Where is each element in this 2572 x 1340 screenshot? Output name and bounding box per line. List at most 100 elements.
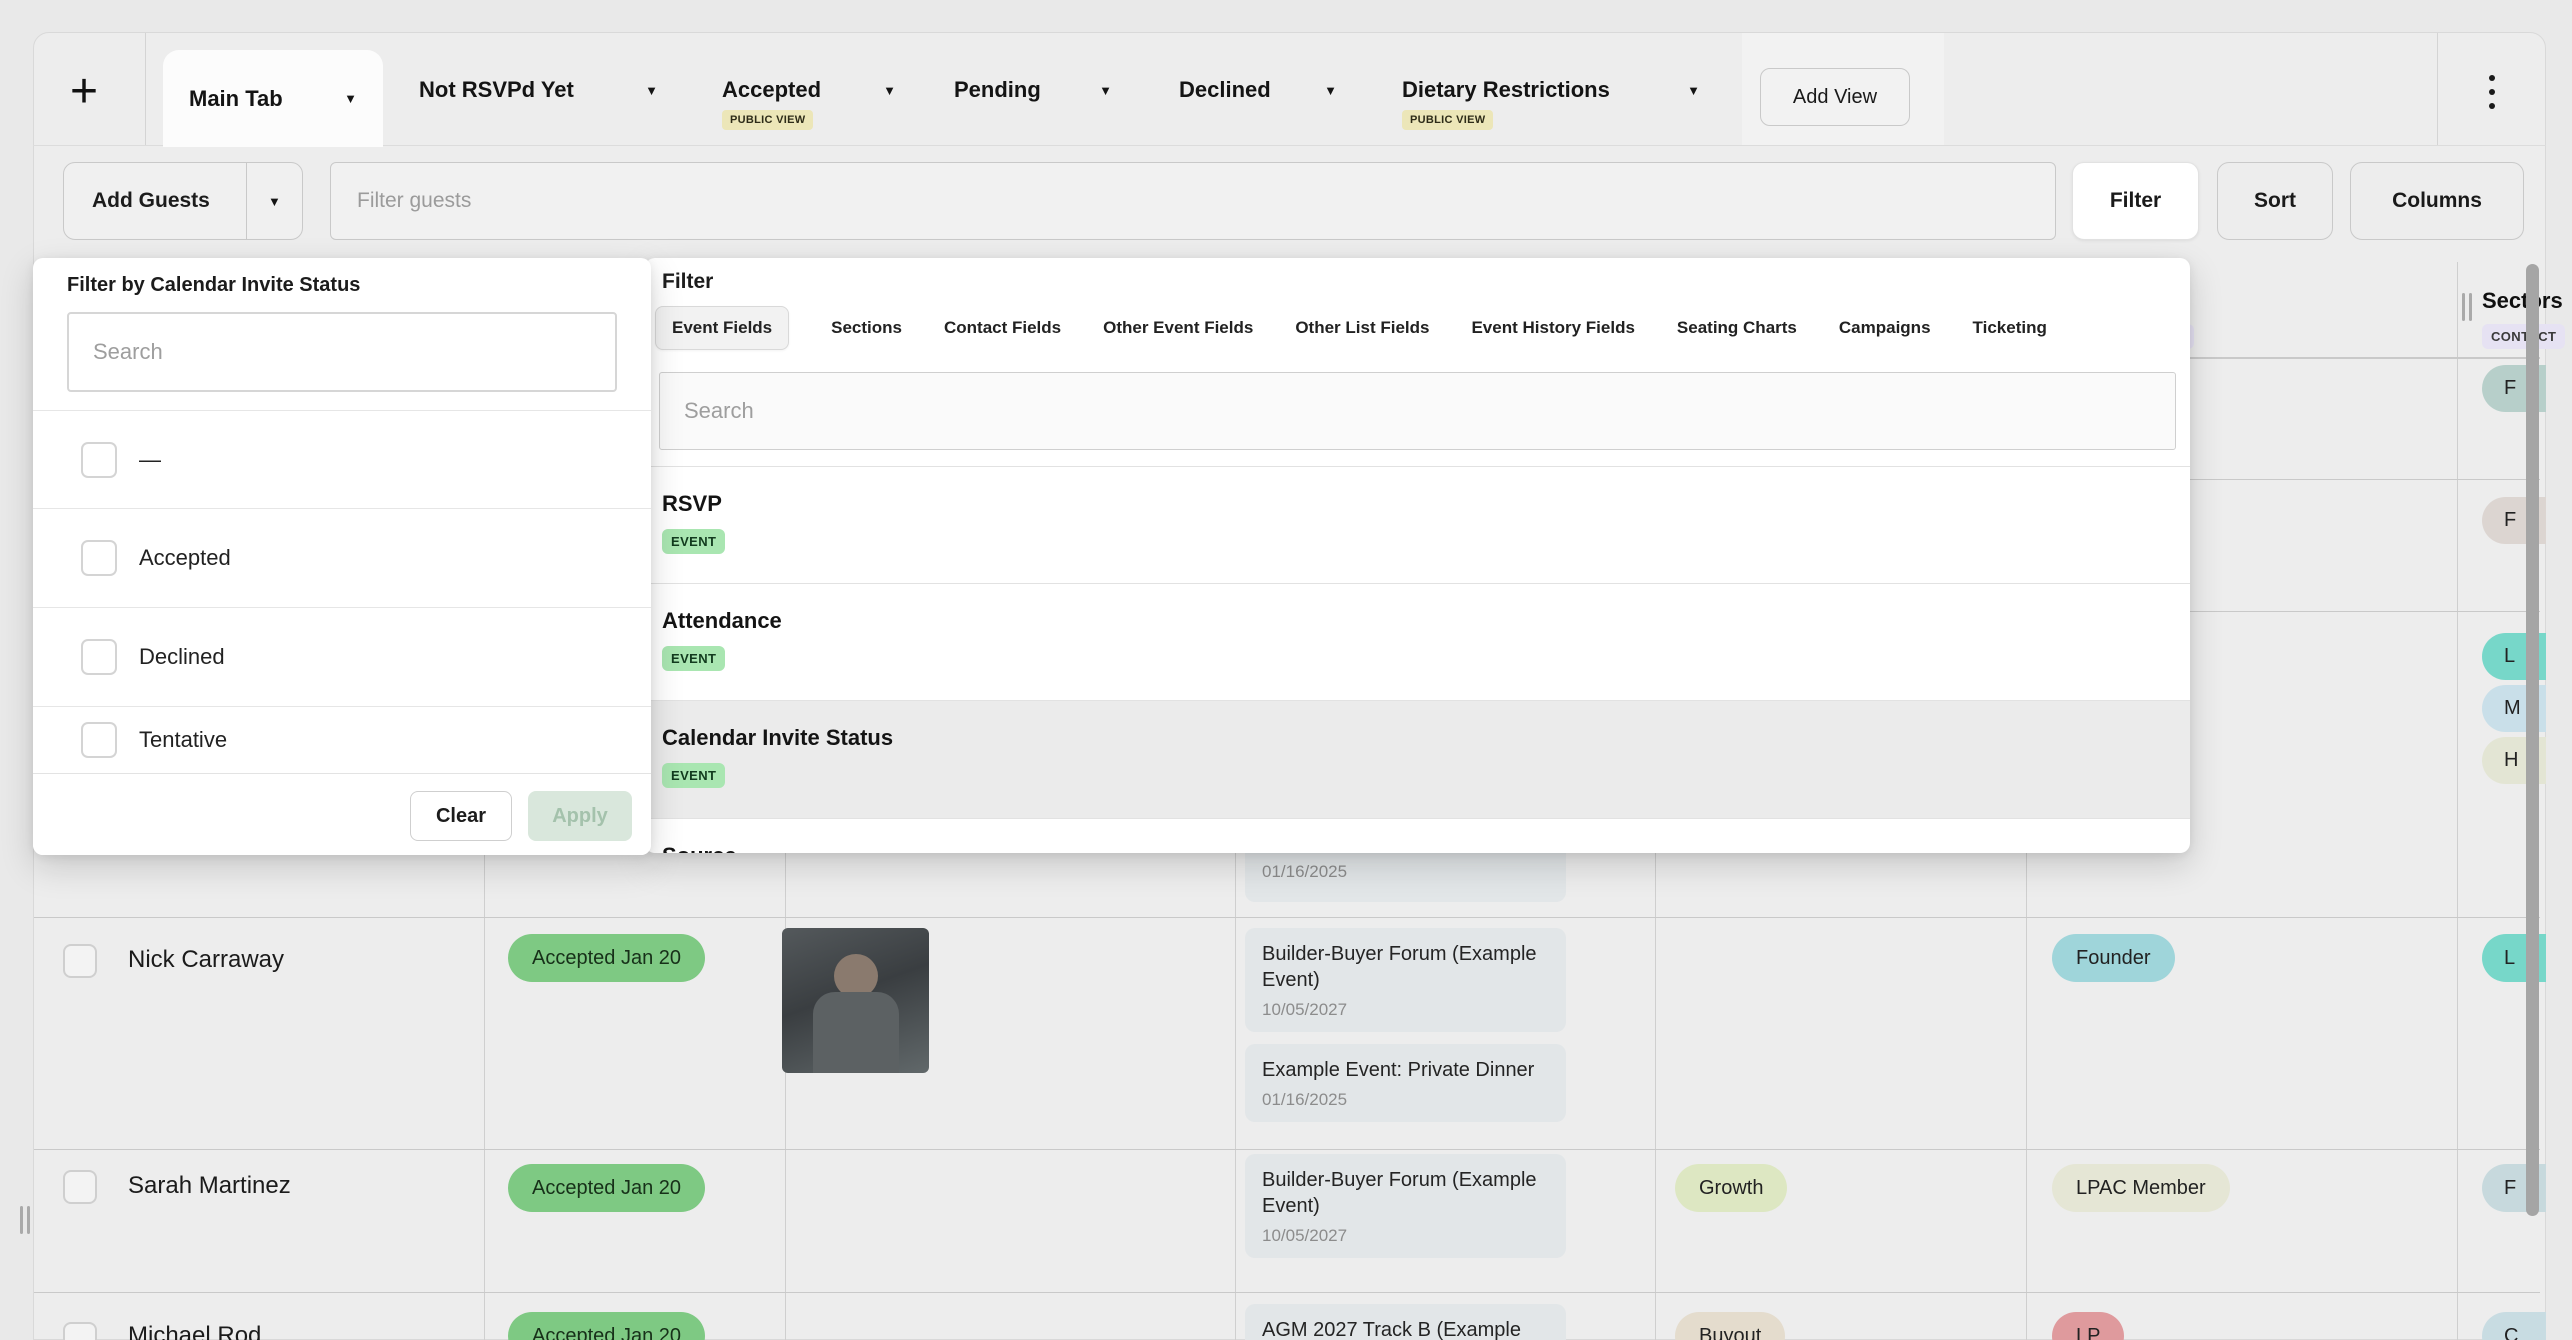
tab-label: Dietary Restrictions <box>1402 77 1610 103</box>
event-title: AGM 2027 Track B (Example Event) <box>1262 1317 1549 1340</box>
photo-person-body <box>813 992 899 1073</box>
investor-type-label: Founder <box>2076 947 2151 970</box>
event-chip[interactable]: Builder-Buyer Forum (Example Event) 10/0… <box>1245 1154 1566 1258</box>
filter-tab-other-event-fields[interactable]: Other Event Fields <box>1103 318 1253 338</box>
tab-label: Accepted <box>722 77 821 103</box>
investor-type-label: LPAC Member <box>2076 1177 2206 1200</box>
filter-popup-title: Filter <box>662 270 713 294</box>
filter-button[interactable]: Filter <box>2072 162 2199 240</box>
filter-tab-campaigns[interactable]: Campaigns <box>1839 318 1931 338</box>
option-label: Accepted <box>139 545 231 571</box>
tab-declined[interactable]: Declined ▼ <box>1179 62 1337 118</box>
option-label: Declined <box>139 644 225 670</box>
row-border <box>34 1149 2540 1150</box>
field-item-attendance[interactable]: Attendance EVENT <box>645 583 2190 700</box>
investor-type-label: LP <box>2076 1325 2100 1340</box>
option-label: — <box>139 447 161 473</box>
filter-popup: Filter Event Fields Sections Contact Fie… <box>645 258 2190 853</box>
status-option-blank[interactable]: — <box>33 410 651 508</box>
status-option-tentative[interactable]: Tentative <box>33 706 651 773</box>
field-search-input[interactable] <box>660 373 2175 449</box>
columns-button-label: Columns <box>2392 189 2482 213</box>
field-name: RSVP <box>662 491 2190 517</box>
column-drag-handle[interactable] <box>2462 293 2472 321</box>
tab-pending[interactable]: Pending ▼ <box>954 62 1112 118</box>
stage-tag-label: Buyout <box>1699 1325 1761 1340</box>
guest-name[interactable]: Nick Carraway <box>128 946 284 974</box>
chevron-down-icon: ▼ <box>1687 84 1700 97</box>
apply-button[interactable]: Apply <box>528 791 632 841</box>
event-badge: EVENT <box>662 529 725 554</box>
event-badge: EVENT <box>662 646 725 671</box>
status-search-wrap <box>67 312 617 392</box>
column-header-sectors[interactable]: Sectors <box>2482 288 2563 314</box>
filter-tab-contact-fields[interactable]: Contact Fields <box>944 318 1061 338</box>
columns-button[interactable]: Columns <box>2350 162 2524 240</box>
checkbox-icon[interactable] <box>81 722 117 758</box>
filter-popup-tabs: Event Fields Sections Contact Fields Oth… <box>655 302 2047 354</box>
filter-tab-other-list-fields[interactable]: Other List Fields <box>1295 318 1429 338</box>
rsvp-status-label: Accepted Jan 20 <box>532 1177 681 1200</box>
event-chip[interactable]: AGM 2027 Track B (Example Event) <box>1245 1304 1566 1340</box>
row-border <box>34 1292 2540 1293</box>
guest-name[interactable]: Sarah Martinez <box>128 1172 291 1200</box>
field-item-source[interactable]: Source <box>645 818 2190 853</box>
add-view-button[interactable]: Add View <box>1760 68 1910 126</box>
tab-not-rsvpd-yet[interactable]: Not RSVPd Yet ▼ <box>419 62 658 118</box>
guest-name[interactable]: Michael Rod <box>128 1322 261 1340</box>
field-search-wrap <box>659 372 2176 450</box>
clear-button[interactable]: Clear <box>410 791 512 841</box>
sector-tag-label: L <box>2504 947 2515 970</box>
calendar-invite-status-popup: Filter by Calendar Invite Status — Accep… <box>33 258 651 855</box>
status-search-input[interactable] <box>69 314 615 390</box>
row-checkbox[interactable] <box>63 1170 97 1204</box>
stage-tag-label: Growth <box>1699 1177 1763 1200</box>
chevron-down-icon: ▼ <box>645 84 658 97</box>
chevron-down-icon: ▼ <box>1324 84 1337 97</box>
field-name: Source <box>662 843 2190 853</box>
kebab-divider <box>2437 33 2438 145</box>
filter-guests-inputwrap <box>330 162 2056 240</box>
row-checkbox[interactable] <box>63 944 97 978</box>
event-date: 01/16/2025 <box>1262 1090 1549 1110</box>
kebab-icon <box>2470 75 2514 109</box>
chevron-down-icon: ▼ <box>344 92 357 105</box>
filter-guests-input[interactable] <box>331 163 2055 239</box>
checkbox-icon[interactable] <box>81 540 117 576</box>
field-item-calendar-invite-status[interactable]: Calendar Invite Status EVENT <box>645 700 2190 818</box>
tab-main-tab[interactable]: Main Tab ▼ <box>163 50 383 147</box>
tab-label: Declined <box>1179 77 1271 103</box>
field-item-rsvp[interactable]: RSVP EVENT <box>645 466 2190 583</box>
filter-tab-seating-charts[interactable]: Seating Charts <box>1677 318 1797 338</box>
contact-badge: CONTACT <box>2482 324 2565 349</box>
add-tab-button[interactable]: + <box>52 60 116 124</box>
sector-tag-label: C <box>2504 1325 2518 1340</box>
sector-tag-label: L <box>2504 645 2515 668</box>
event-date: 01/16/2025 <box>1262 862 1549 882</box>
filter-tab-event-fields[interactable]: Event Fields <box>655 306 789 350</box>
chevron-down-icon[interactable]: ▼ <box>268 195 281 208</box>
sort-button[interactable]: Sort <box>2217 162 2333 240</box>
rsvp-status-label: Accepted Jan 20 <box>532 947 681 970</box>
sector-tag-label: F <box>2504 377 2516 400</box>
status-popup-footer: Clear Apply <box>33 773 651 855</box>
event-chip[interactable]: Builder-Buyer Forum (Example Event) 10/0… <box>1245 928 1566 1032</box>
row-checkbox[interactable] <box>63 1322 97 1340</box>
add-guests-split-button[interactable]: Add Guests ▼ <box>63 162 303 240</box>
row-drag-handle[interactable] <box>20 1206 30 1234</box>
filter-tab-sections[interactable]: Sections <box>831 318 902 338</box>
tabstrip-bottom-border <box>33 145 2546 146</box>
filter-tab-ticketing[interactable]: Ticketing <box>1973 318 2047 338</box>
sort-button-label: Sort <box>2254 189 2296 213</box>
checkbox-icon[interactable] <box>81 639 117 675</box>
vertical-scrollbar[interactable] <box>2526 264 2539 1216</box>
event-title: Builder-Buyer Forum (Example Event) <box>1262 941 1549 993</box>
more-options-button[interactable] <box>2470 66 2514 118</box>
status-option-accepted[interactable]: Accepted <box>33 508 651 607</box>
status-option-declined[interactable]: Declined <box>33 607 651 706</box>
filter-tab-event-history-fields[interactable]: Event History Fields <box>1471 318 1634 338</box>
event-chip[interactable]: Example Event: Private Dinner 01/16/2025 <box>1245 1044 1566 1122</box>
checkbox-icon[interactable] <box>81 442 117 478</box>
guest-photo[interactable] <box>782 928 929 1073</box>
public-view-badge: PUBLIC VIEW <box>722 110 813 130</box>
